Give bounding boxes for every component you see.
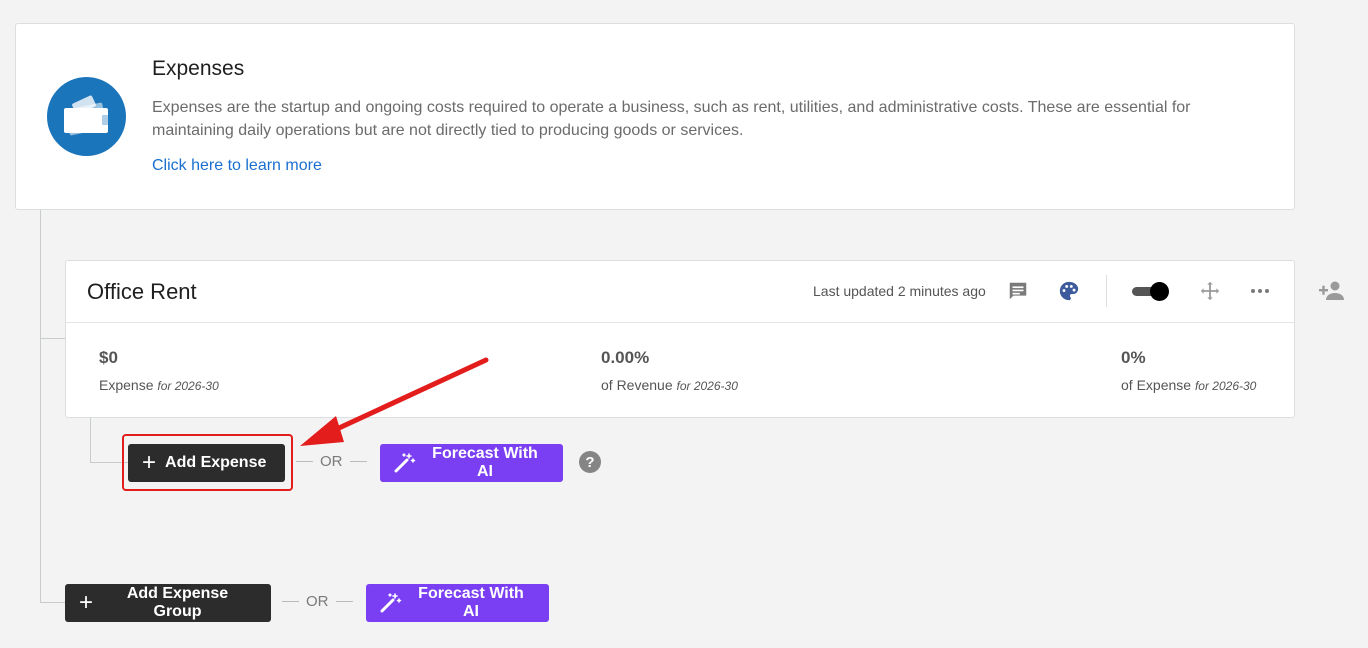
- comment-icon[interactable]: [1006, 279, 1030, 303]
- expenses-intro-card: Expenses Expenses are the startup and on…: [15, 23, 1295, 210]
- help-icon[interactable]: ?: [579, 451, 601, 473]
- tree-line-main: [40, 210, 41, 603]
- item-title[interactable]: Office Rent: [87, 279, 197, 305]
- metric-of-revenue: 0.00% of Revenue for 2026-30: [601, 348, 738, 393]
- metric-value: 0.00%: [601, 348, 650, 367]
- or-separator: OR: [275, 593, 360, 610]
- tree-line-branch-group: [40, 602, 65, 603]
- tree-line-branch-item: [40, 338, 65, 339]
- or-separator: OR: [289, 453, 374, 470]
- wallet-icon: [47, 77, 126, 156]
- add-person-icon[interactable]: [1319, 279, 1345, 303]
- metric-value: $0: [99, 348, 118, 367]
- learn-more-link[interactable]: Click here to learn more: [152, 157, 322, 175]
- intro-description: Expenses are the startup and ongoing cos…: [152, 99, 1191, 139]
- magic-wand-icon: [380, 593, 402, 613]
- expense-item-card: Office Rent Last updated 2 minutes ago $…: [65, 260, 1295, 418]
- metric-label: Expense for 2026-30: [99, 377, 219, 393]
- metric-value: 0%: [1121, 348, 1146, 367]
- add-expense-group-button[interactable]: + Add Expense Group: [65, 584, 271, 622]
- plus-icon: +: [142, 449, 157, 476]
- page-title: Expenses: [152, 57, 245, 80]
- header-divider: [1106, 275, 1107, 307]
- palette-icon[interactable]: [1057, 279, 1081, 303]
- move-icon[interactable]: [1198, 279, 1222, 303]
- toggle-switch[interactable]: [1130, 281, 1170, 301]
- forecast-ai-group-button[interactable]: Forecast With AI: [366, 584, 549, 622]
- item-header: Office Rent Last updated 2 minutes ago: [66, 261, 1294, 323]
- plus-icon: +: [79, 589, 94, 616]
- metric-label: of Expense for 2026-30: [1121, 377, 1257, 393]
- annotation-arrow: [300, 357, 489, 446]
- metric-expense: $0 Expense for 2026-30: [99, 348, 219, 393]
- more-icon[interactable]: [1248, 279, 1272, 303]
- metric-label: of Revenue for 2026-30: [601, 377, 738, 393]
- tree-line-sub: [90, 418, 91, 463]
- last-updated-text: Last updated 2 minutes ago: [813, 283, 986, 299]
- metric-of-expense: 0% of Expense for 2026-30: [1121, 348, 1256, 393]
- magic-wand-icon: [394, 453, 416, 473]
- add-expense-button[interactable]: + Add Expense: [128, 444, 285, 482]
